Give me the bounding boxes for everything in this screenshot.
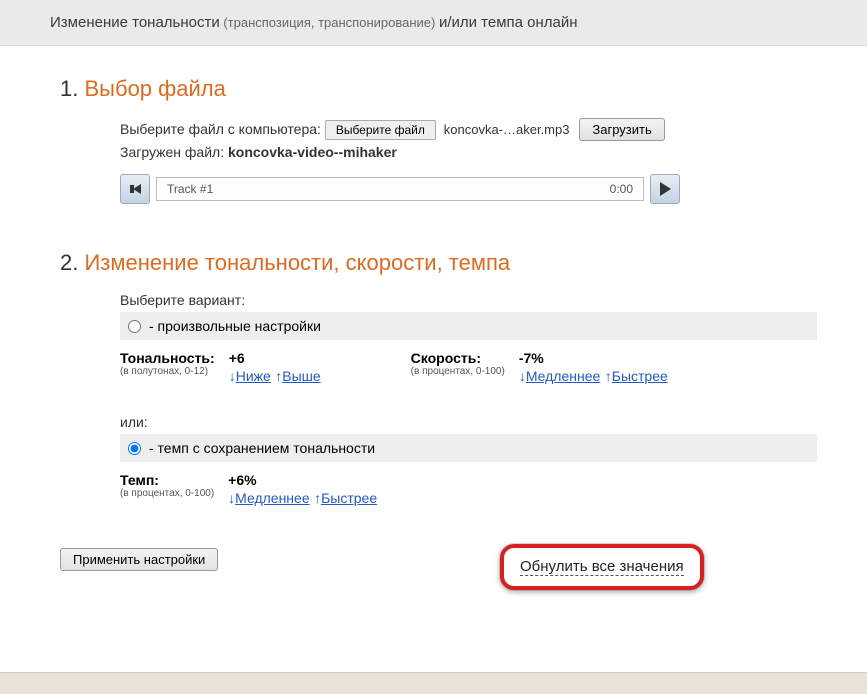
section1-number: 1. [60,76,78,101]
choose-variant-label: Выберите вариант: [120,292,817,308]
pitch-lower-link[interactable]: ↓ Ниже [229,368,271,384]
tempo-label: Темп: [120,472,214,488]
track-time: 0:00 [610,182,633,196]
chosen-file-name: koncovka-…aker.mp3 [444,122,570,137]
play-button[interactable] [650,174,680,204]
pitch-higher-link[interactable]: ↑ Выше [275,368,320,384]
upload-button[interactable]: Загрузить [579,118,664,141]
speed-hint: (в процентах, 0-100) [411,366,505,377]
tempo-value: +6% [228,472,256,488]
header-subtitle: (транспозиция, транспонирование) [220,15,439,30]
option-free-label: - произвольные настройки [149,318,321,334]
option-tempo-row[interactable]: - темп с сохранением тональности [120,434,817,462]
speed-label: Скорость: [411,350,505,366]
reset-highlight: Обнулить все значения [500,544,704,590]
speed-slower-link[interactable]: ↓ Медленнее [519,368,600,384]
option-free-radio[interactable] [128,320,141,333]
speed-faster-link[interactable]: ↑ Быстрее [605,368,668,384]
section1-heading: 1. Выбор файла [60,76,817,102]
speed-value: -7% [519,350,544,366]
or-label: или: [120,414,817,430]
arrow-down-icon: ↓ [229,368,236,384]
tempo-block: Темп: (в процентах, 0-100) +6% ↓ Медленн… [120,472,377,508]
track-label: Track #1 [167,182,213,196]
section1-title: Выбор файла [84,76,225,101]
pitch-hint: (в полутонах, 0-12) [120,366,215,377]
tempo-hint: (в процентах, 0-100) [120,488,214,499]
play-icon [660,182,671,196]
speed-block: Скорость: (в процентах, 0-100) -7% ↓ Мед… [411,350,668,386]
apply-settings-button[interactable]: Применить настройки [60,548,218,571]
option-tempo-radio[interactable] [128,442,141,455]
pitch-block: Тональность: (в полутонах, 0-12) +6 ↓ Ни… [120,350,321,386]
loaded-file-name: koncovka-video--mihaker [228,144,397,160]
pitch-value: +6 [229,350,245,366]
tempo-slower-link[interactable]: ↓ Медленнее [228,490,309,506]
option-free-row[interactable]: - произвольные настройки [120,312,817,340]
header-bar: Изменение тональности (транспозиция, тра… [0,0,867,46]
file-select-label: Выберите файл с компьютера: [120,121,321,137]
footer-bar [0,672,867,694]
section2-title: Изменение тональности, скорости, темпа [84,250,510,275]
file-select-row: Выберите файл с компьютера: Выберите фай… [120,118,817,141]
arrow-down-icon: ↓ [519,368,526,384]
tempo-faster-link[interactable]: ↑ Быстрее [314,490,377,506]
choose-file-button[interactable]: Выберите файл [325,120,436,140]
loaded-file-row: Загружен файл: koncovka-video--mihaker [120,144,817,160]
header-title-a: Изменение тональности [50,14,220,31]
section2-number: 2. [60,250,78,275]
pitch-label: Тональность: [120,350,215,366]
arrow-up-icon: ↑ [605,368,612,384]
section2-heading: 2. Изменение тональности, скорости, темп… [60,250,817,276]
loaded-file-prefix: Загружен файл: [120,144,228,160]
audio-track[interactable]: Track #1 0:00 [156,177,644,201]
option-tempo-label: - темп с сохранением тональности [149,440,375,456]
header-title-b: и/или темпа онлайн [439,14,578,31]
volume-button[interactable] [120,174,150,204]
reset-values-link[interactable]: Обнулить все значения [520,558,684,576]
speaker-icon [130,184,141,194]
